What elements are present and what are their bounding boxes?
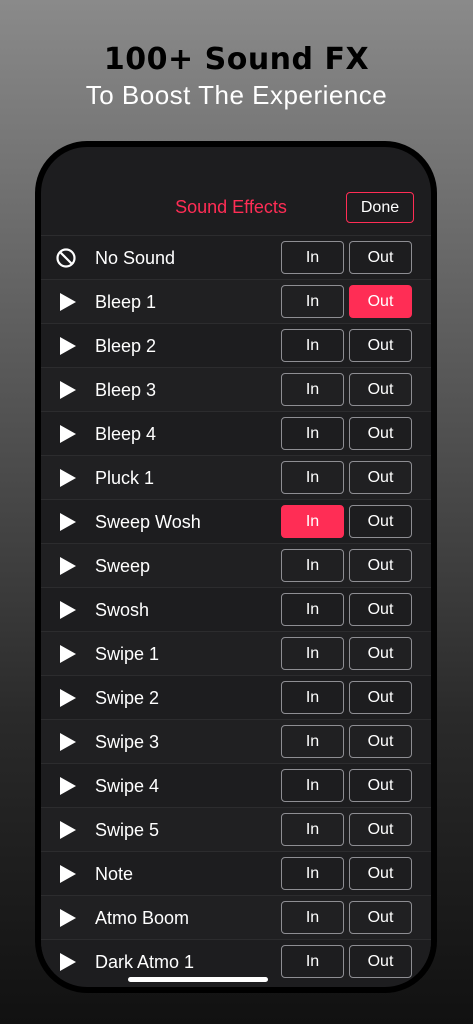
list-item[interactable]: Bleep 1 In Out	[41, 279, 431, 323]
phone-screen: Sound Effects Done No Sound In Out Bleep 1I…	[41, 147, 431, 987]
list-item[interactable]: Swipe 2 In Out	[41, 675, 431, 719]
list-item[interactable]: Swipe 4 In Out	[41, 763, 431, 807]
play-icon[interactable]	[60, 513, 76, 531]
play-icon[interactable]	[60, 337, 76, 355]
out-button[interactable]: Out	[349, 329, 412, 362]
out-button[interactable]: Out	[349, 373, 412, 406]
in-button[interactable]: In	[281, 285, 344, 318]
sound-name: Pluck 1	[95, 468, 155, 488]
in-button[interactable]: In	[281, 769, 344, 802]
in-button[interactable]: In	[281, 417, 344, 450]
out-button[interactable]: Out	[349, 549, 412, 582]
out-button[interactable]: Out	[349, 725, 412, 758]
promo-title: 100+ Sound FX	[103, 42, 370, 77]
in-button[interactable]: In	[281, 593, 344, 626]
play-icon[interactable]	[60, 557, 76, 575]
in-button[interactable]: In	[281, 637, 344, 670]
sound-name: Bleep 4	[95, 424, 157, 444]
list-item[interactable]: Sweep Wosh In Out	[41, 499, 431, 543]
in-button[interactable]: In	[281, 857, 344, 890]
in-button[interactable]: In	[281, 725, 344, 758]
list-item[interactable]: Note In Out	[41, 851, 431, 895]
phone-frame: Sound Effects Done No Sound In Out Bleep 1I…	[35, 141, 437, 993]
play-icon[interactable]	[60, 865, 76, 883]
play-icon[interactable]	[60, 821, 76, 839]
sound-name: Swipe 5	[95, 820, 160, 840]
in-button[interactable]: In	[281, 681, 344, 714]
list-item[interactable]: Sweep In Out	[41, 543, 431, 587]
sound-name: Sweep	[95, 556, 151, 576]
play-icon[interactable]	[60, 469, 76, 487]
in-button[interactable]: In	[281, 945, 344, 978]
in-button[interactable]: In	[281, 813, 344, 846]
list-item[interactable]: Swipe 5 In Out	[41, 807, 431, 851]
play-icon[interactable]	[60, 953, 76, 971]
out-button[interactable]: Out	[349, 593, 412, 626]
list-item[interactable]: No Sound In Out	[41, 235, 431, 279]
play-icon[interactable]	[60, 689, 76, 707]
list-item[interactable]: Swipe 3 In Out	[41, 719, 431, 763]
out-button[interactable]: Out	[349, 813, 412, 846]
in-button[interactable]: In	[281, 901, 344, 934]
sound-name: Sweep Wosh	[95, 512, 201, 532]
sound-name: Bleep 1	[95, 292, 157, 312]
play-icon[interactable]	[60, 381, 76, 399]
in-button[interactable]: In	[281, 461, 344, 494]
list-item[interactable]: Swipe 1 In Out	[41, 631, 431, 675]
out-button[interactable]: Out	[349, 857, 412, 890]
list-item[interactable]: Pluck 1 In Out	[41, 455, 431, 499]
in-button[interactable]: In	[281, 241, 344, 274]
sound-effects-list: No Sound In Out Bleep 1 In Out Bleep 2 In Out Ble…	[41, 235, 431, 983]
list-item[interactable]: Bleep 2 In Out	[41, 323, 431, 367]
done-button[interactable]: Done	[346, 192, 414, 223]
in-button[interactable]: In	[281, 373, 344, 406]
sound-name: Swipe 2	[95, 688, 160, 708]
sound-name: Swipe 4	[95, 776, 160, 796]
play-icon[interactable]	[60, 425, 76, 443]
out-button[interactable]: Out	[349, 901, 412, 934]
sound-name: Swipe 3	[95, 732, 160, 752]
out-button[interactable]: Out	[349, 681, 412, 714]
sound-name: Note	[95, 864, 134, 884]
sound-name: Atmo Boom	[95, 908, 190, 928]
play-icon[interactable]	[60, 645, 76, 663]
out-button[interactable]: Out	[349, 241, 412, 274]
home-indicator[interactable]	[128, 977, 268, 982]
list-item[interactable]: Swosh In Out	[41, 587, 431, 631]
out-button[interactable]: Out	[349, 637, 412, 670]
sound-name: Swosh	[95, 600, 150, 620]
list-item[interactable]: Bleep 3 In Out	[41, 367, 431, 411]
in-button[interactable]: In	[281, 329, 344, 362]
no-sound-icon[interactable]	[55, 247, 77, 269]
play-icon[interactable]	[60, 601, 76, 619]
sound-name: No Sound	[95, 248, 176, 268]
in-button[interactable]: In	[281, 505, 344, 538]
sound-name: Bleep 3	[95, 380, 157, 400]
list-item[interactable]: Atmo Boom In Out	[41, 895, 431, 939]
list-item[interactable]: Bleep 4 In Out	[41, 411, 431, 455]
out-button[interactable]: Out	[349, 505, 412, 538]
out-button[interactable]: Out	[349, 417, 412, 450]
out-button[interactable]: Out	[349, 945, 412, 978]
out-button[interactable]: Out	[349, 461, 412, 494]
play-icon[interactable]	[60, 777, 76, 795]
play-icon[interactable]	[60, 909, 76, 927]
sound-name: Swipe 1	[95, 644, 160, 664]
out-button[interactable]: Out	[349, 769, 412, 802]
out-button[interactable]: Out	[349, 285, 412, 318]
promo-subtitle: To Boost The Experience	[85, 80, 388, 110]
in-button[interactable]: In	[281, 549, 344, 582]
nav-bar: Sound Effects Done	[41, 147, 431, 233]
sound-name: Bleep 2	[95, 336, 157, 356]
play-icon[interactable]	[60, 733, 76, 751]
play-icon[interactable]	[60, 293, 76, 311]
